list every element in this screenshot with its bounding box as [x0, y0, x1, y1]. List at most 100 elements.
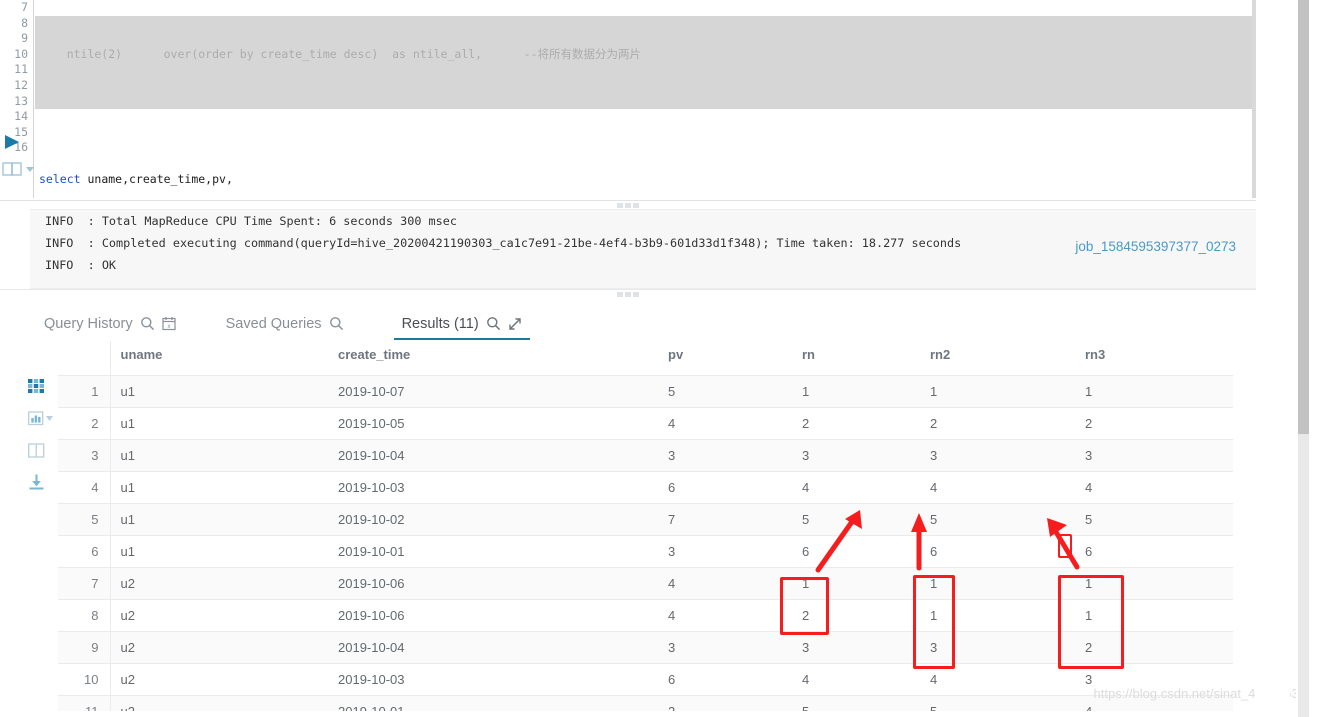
code-line-9: select uname,create_time,pv,: [35, 172, 1256, 188]
table-row[interactable]: 5 u1 2019-10-02 7 5 5 5: [58, 502, 1233, 535]
search-icon[interactable]: [140, 316, 155, 331]
cell-create-time: 2019-10-03: [338, 662, 668, 695]
rn-highlight-box: [780, 577, 829, 635]
cell-uname: u1: [110, 470, 338, 503]
table-row[interactable]: 10 u2 2019-10-03 6 4 4 3: [58, 662, 1233, 695]
expand-icon[interactable]: [508, 317, 522, 331]
book-icon: [2, 162, 34, 176]
table-header-row: uname create_time pv rn rn2 rn3: [58, 341, 1233, 375]
results-table-body: 1 u1 2019-10-07 5 1 1 1 2 u1 2019-10-05 4 2 2 2 3 u1 201…: [58, 374, 1233, 717]
cell-rn: 4: [802, 662, 930, 695]
log-results-splitter[interactable]: [0, 289, 1256, 298]
tab-results[interactable]: Results (11): [388, 303, 536, 340]
search-icon[interactable]: [329, 316, 344, 331]
sql-editor-panel[interactable]: 7 8 9 10 11 12 13 14 15 16 ntile(2) over…: [0, 0, 1256, 198]
cell-rn3: 2: [1085, 406, 1233, 439]
app-root: 7 8 9 10 11 12 13 14 15 16 ntile(2) over…: [0, 0, 1326, 717]
table-row[interactable]: 3 u1 2019-10-04 3 3 3 3: [58, 438, 1233, 471]
column-header-pv[interactable]: pv: [668, 341, 802, 375]
column-header-rn[interactable]: rn: [802, 341, 930, 375]
download-icon[interactable]: [28, 466, 54, 498]
column-header-create-time[interactable]: create_time: [338, 341, 668, 375]
line-number: 13: [14, 93, 28, 108]
table-row[interactable]: 7 u2 2019-10-06 4 1 1 1: [58, 566, 1233, 599]
editor-snippets-button[interactable]: [2, 161, 36, 179]
column-header-rn2[interactable]: rn2: [930, 341, 1085, 375]
cell-uname: u2: [110, 662, 338, 695]
play-icon: [5, 135, 19, 149]
code-line-7: ntile(2) over(order by create_time desc)…: [35, 47, 1256, 63]
page-gap: [1256, 0, 1290, 717]
rn2-highlight-box: [913, 575, 955, 669]
rn3-highlight-box: [1058, 575, 1124, 669]
cell-index: 10: [58, 662, 111, 695]
tab-query-history-label: Query History: [44, 315, 133, 332]
cell-create-time: 2019-10-07: [338, 374, 668, 407]
cell-rn3: 3: [1085, 438, 1233, 471]
table-row[interactable]: 9 u2 2019-10-04 3 3 3 2: [58, 630, 1233, 663]
chart-view-icon[interactable]: [28, 402, 54, 434]
cell-rn: 3: [802, 438, 930, 471]
editor-code-area[interactable]: ntile(2) over(order by create_time desc)…: [35, 0, 1256, 198]
page-right-margin: [1310, 0, 1326, 717]
cell-rn: 2: [802, 406, 930, 439]
page-scrollbar-thumb[interactable]: [1298, 0, 1307, 434]
log-line: INFO : OK: [45, 258, 117, 272]
cell-create-time: 2019-10-03: [338, 470, 668, 503]
results-tabbar: Query History x Saved Queries Results (1…: [30, 303, 1256, 341]
column-header-rn3[interactable]: rn3: [1085, 341, 1233, 375]
svg-text:x: x: [167, 324, 170, 330]
cell-pv: 4: [668, 406, 802, 439]
cell-index: 4: [58, 470, 111, 503]
table-row[interactable]: 1 u1 2019-10-07 5 1 1 1: [58, 374, 1233, 407]
tab-results-label: Results (11): [401, 315, 479, 332]
log-line: INFO : Total MapReduce CPU Time Spent: 6…: [45, 214, 457, 228]
column-header-index: [58, 341, 111, 375]
cell-create-time: 2019-10-05: [338, 406, 668, 439]
column-header-uname[interactable]: uname: [110, 341, 338, 375]
cell-pv: 6: [668, 662, 802, 695]
code-keyword-select: select: [39, 171, 81, 186]
tab-query-history[interactable]: Query History x: [30, 303, 190, 340]
results-table: uname create_time pv rn rn2 rn3 1 u1 2019-…: [58, 341, 1233, 717]
code-line-9-rest: uname,create_time,pv,: [80, 171, 233, 186]
line-number: 11: [14, 62, 28, 77]
cell-index: 1: [58, 374, 111, 407]
table-row[interactable]: 4 u1 2019-10-03 6 4 4 4: [58, 470, 1233, 503]
cell-create-time: 2019-10-06: [338, 598, 668, 631]
cell-pv: 6: [668, 470, 802, 503]
cell-uname: u2: [110, 566, 338, 599]
columns-view-icon[interactable]: [28, 434, 54, 466]
cell-rn: 4: [802, 470, 930, 503]
cell-pv: 3: [668, 534, 802, 567]
page-scrollbar-thumb-lower[interactable]: [1298, 434, 1307, 717]
editor-log-splitter[interactable]: [0, 200, 1256, 209]
job-id-link[interactable]: job_1584595397377_0273: [1075, 239, 1236, 254]
cell-create-time: 2019-10-04: [338, 438, 668, 471]
cell-rn2: 5: [930, 502, 1085, 535]
table-row[interactable]: 6 u1 2019-10-01 3 6 6 6: [58, 534, 1233, 567]
cell-uname: u1: [110, 534, 338, 567]
tab-saved-queries[interactable]: Saved Queries: [212, 303, 358, 340]
cell-pv: 5: [668, 374, 802, 407]
rn3-small-box: [1058, 534, 1072, 558]
cell-rn3: 1: [1085, 374, 1233, 407]
table-row[interactable]: 2 u1 2019-10-05 4 2 2 2: [58, 406, 1233, 439]
cell-rn: 1: [802, 374, 930, 407]
tab-saved-queries-label: Saved Queries: [225, 315, 322, 332]
calendar-icon[interactable]: x: [162, 316, 176, 331]
table-bottom-mask: [58, 711, 1233, 717]
table-row[interactable]: 8 u2 2019-10-06 4 2 1 1: [58, 598, 1233, 631]
cell-index: 3: [58, 438, 111, 471]
cell-uname: u1: [110, 406, 338, 439]
line-number: 12: [14, 77, 28, 92]
cell-rn: 6: [802, 534, 930, 567]
cell-index: 2: [58, 406, 111, 439]
cell-rn3: 5: [1085, 502, 1233, 535]
run-query-button[interactable]: [2, 133, 24, 153]
cell-rn3: 6: [1085, 534, 1233, 567]
search-icon[interactable]: [486, 316, 501, 331]
cell-rn2: 2: [930, 406, 1085, 439]
grid-view-icon[interactable]: [28, 370, 54, 402]
